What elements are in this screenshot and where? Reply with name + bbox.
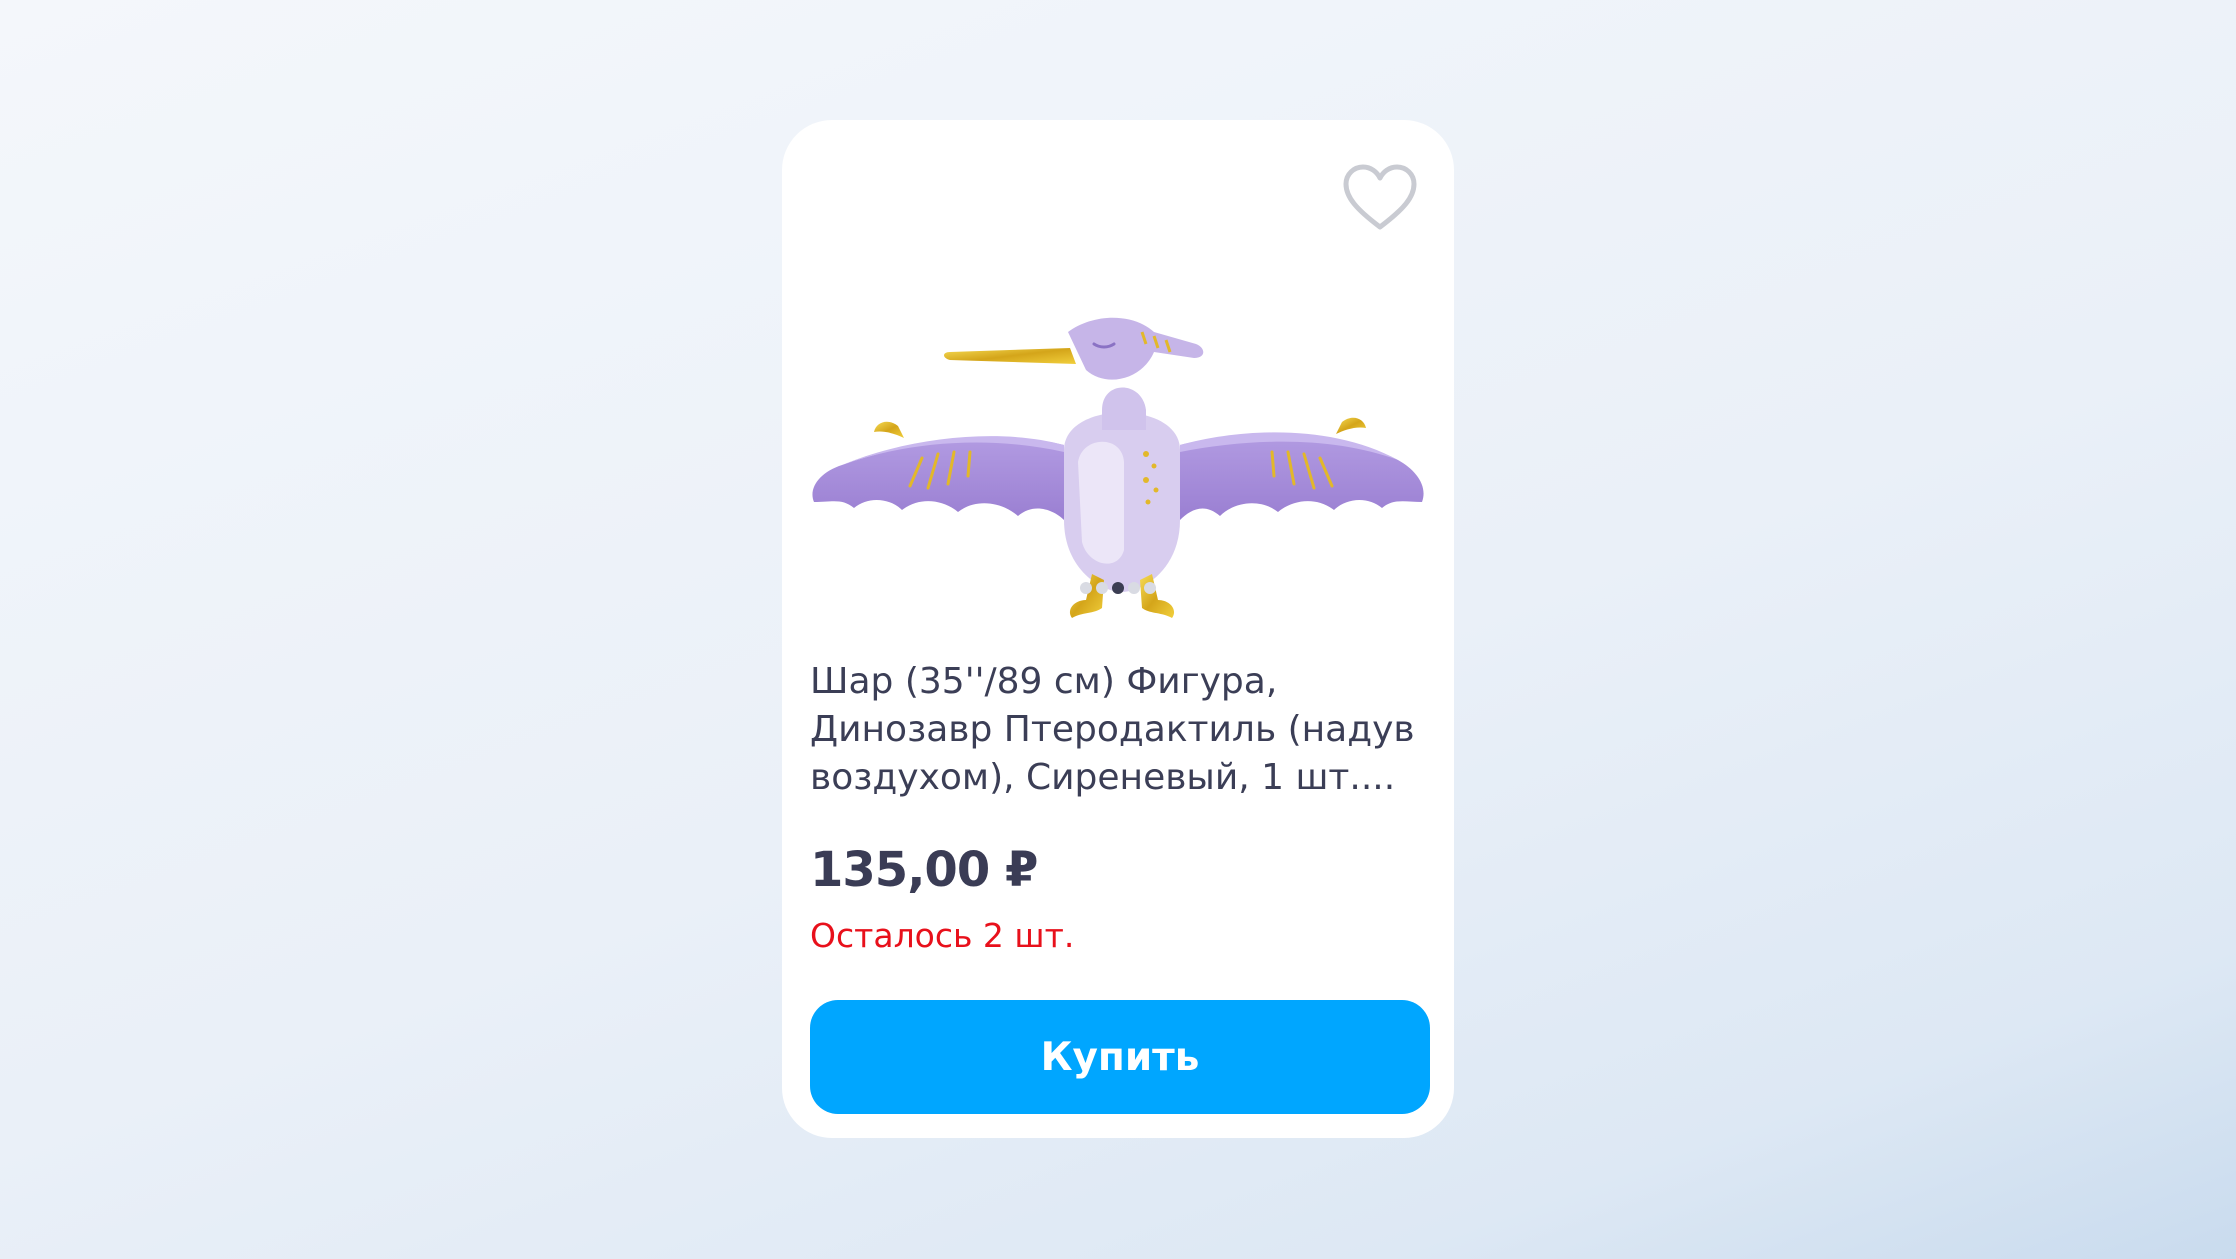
pagination-dot[interactable] — [1128, 582, 1140, 594]
heart-outline-icon — [1343, 164, 1417, 230]
product-card[interactable]: Шар (35''/89 см) Фигура, Динозавр Птерод… — [782, 120, 1454, 1138]
pagination-dot[interactable] — [1080, 582, 1092, 594]
stock-warning: Осталось 2 шт. — [810, 916, 1075, 955]
favorite-button[interactable] — [1340, 158, 1420, 238]
product-price: 135,00 ₽ — [810, 842, 1038, 898]
product-title[interactable]: Шар (35''/89 см) Фигура, Динозавр Птерод… — [810, 658, 1430, 802]
buy-button[interactable]: Купить — [810, 1000, 1430, 1114]
image-pagination — [782, 582, 1454, 594]
product-image[interactable] — [802, 240, 1434, 660]
pagination-dot[interactable] — [1096, 582, 1108, 594]
pagination-dot[interactable] — [1144, 582, 1156, 594]
pagination-dot-active[interactable] — [1112, 582, 1124, 594]
